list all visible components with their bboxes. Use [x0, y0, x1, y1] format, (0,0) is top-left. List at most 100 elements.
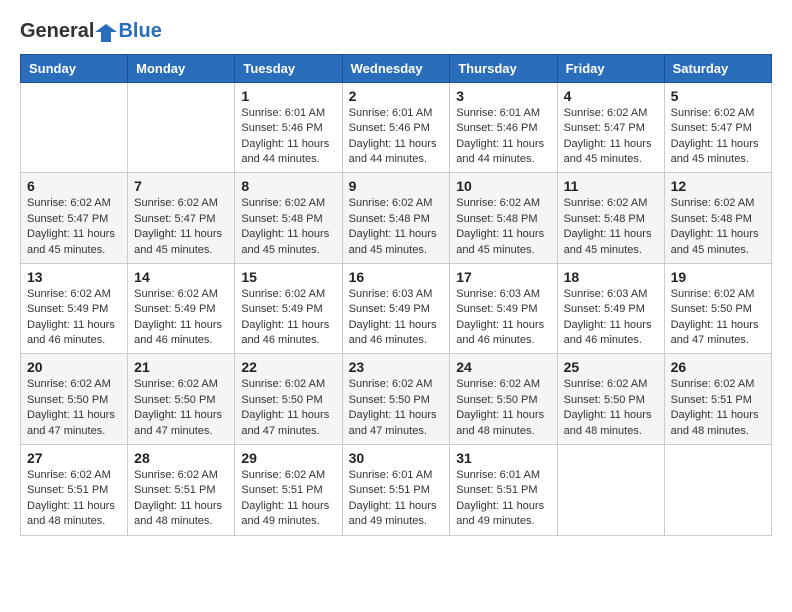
- day-info: Sunrise: 6:02 AM Sunset: 5:50 PM Dayligh…: [564, 377, 658, 439]
- day-info: Sunrise: 6:01 AM Sunset: 5:46 PM Dayligh…: [241, 106, 335, 168]
- calendar-cell: 3 Sunrise: 6:01 AM Sunset: 5:46 PM Daylig…: [450, 82, 557, 173]
- day-info: Sunrise: 6:02 AM Sunset: 5:48 PM Dayligh…: [671, 196, 765, 258]
- day-number: 12: [671, 178, 765, 194]
- day-number: 24: [456, 359, 550, 375]
- calendar-cell: 31 Sunrise: 6:01 AM Sunset: 5:51 PM Dayli…: [450, 445, 557, 536]
- day-info: Sunrise: 6:02 AM Sunset: 5:50 PM Dayligh…: [241, 377, 335, 439]
- day-info: Sunrise: 6:02 AM Sunset: 5:49 PM Dayligh…: [134, 287, 228, 349]
- day-number: 22: [241, 359, 335, 375]
- day-number: 27: [27, 450, 121, 466]
- day-number: 5: [671, 88, 765, 104]
- day-info: Sunrise: 6:02 AM Sunset: 5:51 PM Dayligh…: [671, 377, 765, 439]
- calendar-cell: 9Sunrise: 6:02 AM Sunset: 5:48 PM Daylig…: [342, 173, 450, 264]
- day-info: Sunrise: 6:02 AM Sunset: 5:47 PM Dayligh…: [27, 196, 121, 258]
- calendar-cell: 12 Sunrise: 6:02 AM Sunset: 5:48 PM Dayli…: [664, 173, 771, 264]
- logo-bird-icon: [95, 22, 117, 44]
- day-info: Sunrise: 6:01 AM Sunset: 5:46 PM Dayligh…: [456, 106, 550, 168]
- day-number: 18: [564, 269, 658, 285]
- day-info: Sunrise: 6:01 AM Sunset: 5:46 PM Dayligh…: [349, 106, 444, 168]
- calendar-cell: 5 Sunrise: 6:02 AM Sunset: 5:47 PM Daylig…: [664, 82, 771, 173]
- day-info: Sunrise: 6:03 AM Sunset: 5:49 PM Dayligh…: [349, 287, 444, 349]
- calendar-cell: 24 Sunrise: 6:02 AM Sunset: 5:50 PM Dayli…: [450, 354, 557, 445]
- day-info: Sunrise: 6:02 AM Sunset: 5:50 PM Dayligh…: [349, 377, 444, 439]
- calendar-cell: 22 Sunrise: 6:02 AM Sunset: 5:50 PM Dayli…: [235, 354, 342, 445]
- calendar-cell: 6 Sunrise: 6:02 AM Sunset: 5:47 PM Daylig…: [21, 173, 128, 264]
- day-info: Sunrise: 6:02 AM Sunset: 5:50 PM Dayligh…: [27, 377, 121, 439]
- weekday-header-wednesday: Wednesday: [342, 54, 450, 82]
- calendar-cell: [21, 82, 128, 173]
- calendar-cell: 20 Sunrise: 6:02 AM Sunset: 5:50 PM Dayli…: [21, 354, 128, 445]
- day-number: 19: [671, 269, 765, 285]
- day-info: Sunrise: 6:02 AM Sunset: 5:51 PM Dayligh…: [27, 468, 121, 530]
- day-info: Sunrise: 6:02 AM Sunset: 5:47 PM Dayligh…: [564, 106, 658, 168]
- calendar-cell: 27 Sunrise: 6:02 AM Sunset: 5:51 PM Dayli…: [21, 445, 128, 536]
- day-info: Sunrise: 6:02 AM Sunset: 5:50 PM Dayligh…: [456, 377, 550, 439]
- calendar-cell: 16 Sunrise: 6:03 AM Sunset: 5:49 PM Dayli…: [342, 263, 450, 354]
- calendar-cell: 30 Sunrise: 6:01 AM Sunset: 5:51 PM Dayli…: [342, 445, 450, 536]
- day-info: Sunrise: 6:01 AM Sunset: 5:51 PM Dayligh…: [349, 468, 444, 530]
- day-number: 25: [564, 359, 658, 375]
- day-info: Sunrise: 6:02 AM Sunset: 5:48 PM Dayligh…: [241, 196, 335, 258]
- day-number: 4: [564, 88, 658, 104]
- day-number: 11: [564, 178, 658, 194]
- weekday-header-saturday: Saturday: [664, 54, 771, 82]
- day-number: 30: [349, 450, 444, 466]
- weekday-header-row: SundayMondayTuesdayWednesdayThursdayFrid…: [21, 54, 772, 82]
- day-info: Sunrise: 6:01 AM Sunset: 5:51 PM Dayligh…: [456, 468, 550, 530]
- calendar-cell: 21Sunrise: 6:02 AM Sunset: 5:50 PM Dayli…: [128, 354, 235, 445]
- day-number: 14: [134, 269, 228, 285]
- day-info: Sunrise: 6:03 AM Sunset: 5:49 PM Dayligh…: [564, 287, 658, 349]
- week-row-4: 20 Sunrise: 6:02 AM Sunset: 5:50 PM Dayli…: [21, 354, 772, 445]
- day-number: 17: [456, 269, 550, 285]
- calendar-cell: 4 Sunrise: 6:02 AM Sunset: 5:47 PM Daylig…: [557, 82, 664, 173]
- day-number: 16: [349, 269, 444, 285]
- calendar-cell: 14 Sunrise: 6:02 AM Sunset: 5:49 PM Dayli…: [128, 263, 235, 354]
- day-info: Sunrise: 6:02 AM Sunset: 5:49 PM Dayligh…: [27, 287, 121, 349]
- calendar-cell: 28Sunrise: 6:02 AM Sunset: 5:51 PM Dayli…: [128, 445, 235, 536]
- calendar-cell: 18 Sunrise: 6:03 AM Sunset: 5:49 PM Dayli…: [557, 263, 664, 354]
- calendar-cell: 1 Sunrise: 6:01 AM Sunset: 5:46 PM Daylig…: [235, 82, 342, 173]
- logo-text-blue: Blue: [118, 20, 161, 42]
- calendar-cell: 15 Sunrise: 6:02 AM Sunset: 5:49 PM Dayli…: [235, 263, 342, 354]
- day-info: Sunrise: 6:02 AM Sunset: 5:47 PM Dayligh…: [134, 196, 228, 258]
- weekday-header-tuesday: Tuesday: [235, 54, 342, 82]
- day-info: Sunrise: 6:03 AM Sunset: 5:49 PM Dayligh…: [456, 287, 550, 349]
- week-row-3: 13Sunrise: 6:02 AM Sunset: 5:49 PM Dayli…: [21, 263, 772, 354]
- day-info: Sunrise: 6:02 AM Sunset: 5:51 PM Dayligh…: [241, 468, 335, 530]
- weekday-header-sunday: Sunday: [21, 54, 128, 82]
- calendar-cell: 11Sunrise: 6:02 AM Sunset: 5:48 PM Dayli…: [557, 173, 664, 264]
- weekday-header-thursday: Thursday: [450, 54, 557, 82]
- day-number: 7: [134, 178, 228, 194]
- day-number: 31: [456, 450, 550, 466]
- day-number: 10: [456, 178, 550, 194]
- calendar-cell: 26 Sunrise: 6:02 AM Sunset: 5:51 PM Dayli…: [664, 354, 771, 445]
- day-info: Sunrise: 6:02 AM Sunset: 5:47 PM Dayligh…: [671, 106, 765, 168]
- day-number: 20: [27, 359, 121, 375]
- page-header: GeneralBlue: [20, 20, 772, 44]
- calendar-cell: [557, 445, 664, 536]
- day-number: 2: [349, 88, 444, 104]
- day-info: Sunrise: 6:02 AM Sunset: 5:49 PM Dayligh…: [241, 287, 335, 349]
- calendar-cell: 8 Sunrise: 6:02 AM Sunset: 5:48 PM Daylig…: [235, 173, 342, 264]
- day-number: 3: [456, 88, 550, 104]
- day-number: 26: [671, 359, 765, 375]
- day-number: 23: [349, 359, 444, 375]
- day-number: 15: [241, 269, 335, 285]
- calendar-cell: 23 Sunrise: 6:02 AM Sunset: 5:50 PM Dayli…: [342, 354, 450, 445]
- day-info: Sunrise: 6:02 AM Sunset: 5:48 PM Dayligh…: [456, 196, 550, 258]
- day-number: 6: [27, 178, 121, 194]
- day-number: 1: [241, 88, 335, 104]
- calendar-cell: [664, 445, 771, 536]
- day-info: Sunrise: 6:02 AM Sunset: 5:51 PM Dayligh…: [134, 468, 228, 530]
- calendar-table: SundayMondayTuesdayWednesdayThursdayFrid…: [20, 54, 772, 536]
- calendar-cell: 19 Sunrise: 6:02 AM Sunset: 5:50 PM Dayli…: [664, 263, 771, 354]
- calendar-cell: 7 Sunrise: 6:02 AM Sunset: 5:47 PM Daylig…: [128, 173, 235, 264]
- day-info: Sunrise: 6:02 AM Sunset: 5:50 PM Dayligh…: [671, 287, 765, 349]
- week-row-1: 1 Sunrise: 6:01 AM Sunset: 5:46 PM Daylig…: [21, 82, 772, 173]
- calendar-cell: [128, 82, 235, 173]
- day-number: 21: [134, 359, 228, 375]
- day-number: 8: [241, 178, 335, 194]
- day-info: Sunrise: 6:02 AM Sunset: 5:48 PM Dayligh…: [349, 196, 444, 258]
- logo: GeneralBlue: [20, 20, 162, 44]
- weekday-header-friday: Friday: [557, 54, 664, 82]
